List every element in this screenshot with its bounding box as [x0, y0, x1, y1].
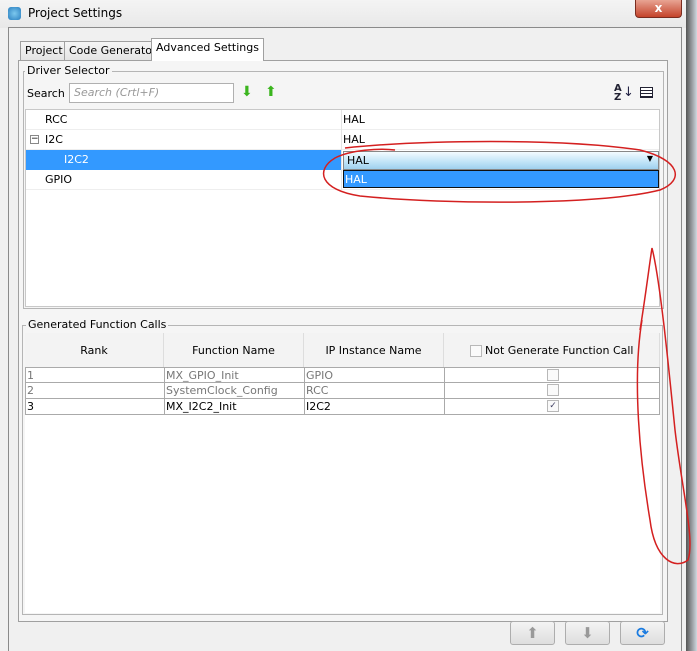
function-cell: SystemClock_Config — [165, 383, 305, 398]
driver-value: HAL — [343, 133, 365, 146]
tab-project[interactable]: Project — [20, 41, 68, 60]
collapse-icon[interactable]: − — [30, 135, 39, 144]
driver-name: RCC — [45, 113, 68, 126]
instance-cell: GPIO — [305, 368, 445, 383]
list-view-icon[interactable] — [640, 87, 653, 98]
search-label: Search : — [27, 87, 72, 100]
header-not-generate-label: Not Generate Function Call — [485, 344, 634, 357]
table-row[interactable]: 2 SystemClock_Config RCC — [25, 383, 660, 399]
rank-cell: 2 — [26, 383, 165, 398]
function-calls-title: Generated Function Calls — [26, 318, 169, 331]
dropdown-value: HAL — [347, 154, 369, 167]
table-row[interactable]: 3 MX_I2C2_Init I2C2 ✓ — [25, 399, 660, 415]
driver-table: RCC HAL − I2C HAL I2C2 HAL ▼ GPIO HAL — [25, 109, 660, 307]
search-input[interactable]: Search (Crtl+F) — [69, 83, 234, 103]
tab-advanced-settings[interactable]: Advanced Settings — [151, 38, 264, 61]
function-cell: MX_GPIO_Init — [165, 368, 305, 383]
tab-code-generator[interactable]: Code Generator — [64, 41, 162, 60]
instance-cell: I2C2 — [305, 399, 445, 414]
header-rank[interactable]: Rank — [25, 333, 164, 368]
driver-row-i2c2[interactable]: I2C2 HAL ▼ — [26, 150, 659, 170]
driver-name: I2C2 — [64, 153, 89, 166]
refresh-button[interactable]: ⟳ — [620, 621, 665, 645]
rank-cell: 3 — [26, 399, 165, 414]
window-edge — [686, 0, 697, 651]
sort-az-icon[interactable]: AZ — [614, 84, 622, 103]
driver-name: GPIO — [45, 173, 73, 186]
driver-row-rcc[interactable]: RCC HAL — [26, 110, 659, 130]
function-cell: MX_I2C2_Init — [165, 399, 305, 414]
app-icon — [8, 7, 21, 20]
sort-arrow-icon[interactable]: ↓ — [623, 85, 634, 100]
previous-arrow-up-icon[interactable]: ⬆ — [265, 84, 277, 100]
header-not-generate[interactable]: Not Generate Function Call — [444, 333, 660, 368]
chevron-down-icon[interactable]: ▼ — [647, 154, 653, 163]
close-button[interactable]: x — [635, 0, 682, 18]
rank-cell: 1 — [26, 368, 165, 383]
move-down-button[interactable]: ⬇ — [565, 621, 610, 645]
driver-row-i2c[interactable]: − I2C HAL — [26, 130, 659, 150]
header-ip-instance[interactable]: IP Instance Name — [304, 333, 444, 368]
move-up-button[interactable]: ⬆ — [510, 621, 555, 645]
not-generate-all-checkbox[interactable] — [469, 345, 482, 357]
dropdown-option-hal[interactable]: HAL — [343, 170, 659, 188]
header-function-name[interactable]: Function Name — [164, 333, 304, 368]
driver-value: HAL — [343, 113, 365, 126]
function-calls-table: Rank Function Name IP Instance Name Not … — [25, 333, 660, 613]
instance-cell: RCC — [305, 383, 445, 398]
not-generate-checkbox[interactable] — [547, 384, 559, 396]
driver-dropdown[interactable]: HAL ▼ — [343, 151, 659, 170]
table-row[interactable]: 1 MX_GPIO_Init GPIO — [25, 367, 660, 383]
column-divider — [341, 110, 342, 190]
driver-selector-title: Driver Selector — [25, 64, 112, 77]
not-generate-checkbox[interactable] — [547, 369, 559, 381]
not-generate-checkbox-checked[interactable]: ✓ — [547, 400, 559, 412]
window-title: Project Settings — [28, 6, 123, 20]
next-arrow-down-icon[interactable]: ⬇ — [241, 84, 253, 100]
driver-name: I2C — [45, 133, 63, 146]
